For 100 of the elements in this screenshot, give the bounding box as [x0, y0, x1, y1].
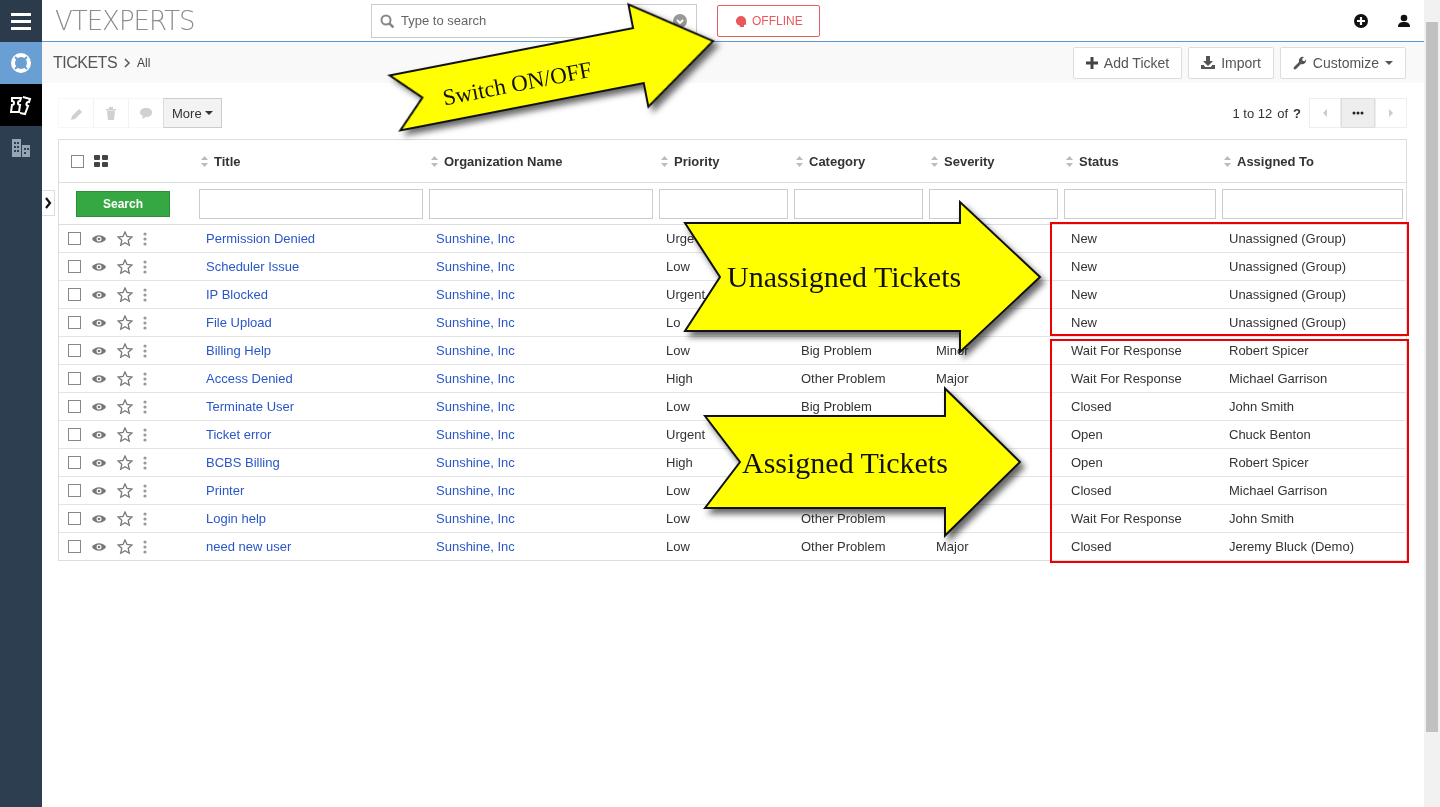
- record-link[interactable]: Ticket error: [206, 427, 272, 442]
- eye-icon[interactable]: [91, 344, 107, 357]
- record-link[interactable]: Sunshine, Inc: [436, 539, 515, 554]
- record-link[interactable]: Scheduler Issue: [206, 259, 300, 274]
- sort-icon[interactable]: [931, 154, 938, 168]
- expand-panel-button[interactable]: [42, 190, 55, 216]
- record-link[interactable]: Terminate User: [206, 399, 295, 414]
- more-options-icon[interactable]: [143, 399, 147, 414]
- column-header[interactable]: Severity: [944, 153, 995, 169]
- record-link[interactable]: Access Denied: [206, 371, 293, 386]
- row-checkbox[interactable]: [68, 512, 81, 525]
- action-button[interactable]: Import: [1188, 46, 1274, 79]
- more-options-icon[interactable]: [143, 231, 147, 246]
- sort-icon[interactable]: [796, 154, 803, 168]
- more-options-icon[interactable]: [143, 539, 147, 554]
- record-link[interactable]: Permission Denied: [206, 231, 316, 246]
- sort-icon[interactable]: [661, 154, 668, 168]
- star-icon[interactable]: [117, 482, 133, 499]
- column-header[interactable]: Title: [214, 153, 241, 169]
- logo[interactable]: VTEXPERTS: [55, 5, 371, 36]
- star-icon[interactable]: [117, 426, 133, 443]
- sort-icon[interactable]: [1224, 154, 1231, 168]
- record-link[interactable]: Sunshine, Inc: [436, 483, 515, 498]
- customize-dropdown[interactable]: Customize: [1279, 46, 1406, 79]
- record-link[interactable]: Sunshine, Inc: [436, 455, 515, 470]
- more-options-icon[interactable]: [143, 343, 147, 358]
- eye-icon[interactable]: [91, 512, 107, 525]
- row-checkbox[interactable]: [68, 288, 81, 301]
- row-checkbox[interactable]: [68, 232, 81, 245]
- eye-icon[interactable]: [91, 232, 107, 245]
- record-link[interactable]: Sunshine, Inc: [436, 371, 515, 386]
- filter-field[interactable]: [1222, 188, 1403, 219]
- row-checkbox[interactable]: [68, 316, 81, 329]
- more-options-icon[interactable]: [143, 427, 147, 442]
- record-link[interactable]: Sunshine, Inc: [436, 287, 515, 302]
- row-checkbox[interactable]: [68, 456, 81, 469]
- row-checkbox[interactable]: [68, 484, 81, 497]
- more-options-icon[interactable]: [143, 259, 147, 274]
- column-header[interactable]: Organization Name: [444, 153, 563, 169]
- sort-icon[interactable]: [1066, 154, 1073, 168]
- record-link[interactable]: Sunshine, Inc: [436, 343, 515, 358]
- record-link[interactable]: IP Blocked: [206, 287, 268, 302]
- column-header[interactable]: Status: [1079, 153, 1119, 169]
- eye-icon[interactable]: [91, 288, 107, 301]
- eye-icon[interactable]: [91, 400, 107, 413]
- record-link[interactable]: Sunshine, Inc: [436, 231, 515, 246]
- row-checkbox[interactable]: [68, 344, 81, 357]
- star-icon[interactable]: [117, 510, 133, 527]
- status-button[interactable]: OFFLINE: [717, 4, 820, 37]
- eye-icon[interactable]: [91, 428, 107, 441]
- more-options-icon[interactable]: [143, 371, 147, 386]
- more-options-icon[interactable]: [143, 455, 147, 470]
- star-icon[interactable]: [117, 538, 133, 555]
- filter-field[interactable]: [1064, 188, 1216, 219]
- record-link[interactable]: BCBS Billing: [206, 455, 280, 470]
- eye-icon[interactable]: [91, 456, 107, 469]
- page-jump-button[interactable]: [1341, 98, 1375, 128]
- eye-icon[interactable]: [91, 540, 107, 553]
- star-icon[interactable]: [117, 230, 133, 247]
- grid-icon[interactable]: [94, 155, 108, 167]
- filter-field[interactable]: [794, 188, 923, 219]
- row-checkbox[interactable]: [68, 260, 81, 273]
- star-icon[interactable]: [117, 454, 133, 471]
- sort-icon[interactable]: [201, 154, 208, 168]
- record-link[interactable]: Sunshine, Inc: [436, 315, 515, 330]
- more-options-icon[interactable]: [143, 483, 147, 498]
- record-link[interactable]: Sunshine, Inc: [436, 511, 515, 526]
- filter-field[interactable]: [929, 188, 1058, 219]
- star-icon[interactable]: [117, 314, 133, 331]
- record-link[interactable]: Sunshine, Inc: [436, 399, 515, 414]
- row-checkbox[interactable]: [68, 372, 81, 385]
- user-icon[interactable]: [1398, 14, 1410, 27]
- column-header[interactable]: Category: [809, 153, 866, 169]
- star-icon[interactable]: [117, 398, 133, 415]
- filter-field[interactable]: [199, 188, 423, 219]
- filter-field[interactable]: [429, 188, 653, 219]
- eye-icon[interactable]: [91, 372, 107, 385]
- record-link[interactable]: Login help: [206, 511, 266, 526]
- more-options-icon[interactable]: [143, 287, 147, 302]
- eye-icon[interactable]: [91, 484, 107, 497]
- record-link[interactable]: Sunshine, Inc: [436, 259, 515, 274]
- sort-icon[interactable]: [431, 154, 438, 168]
- star-icon[interactable]: [117, 342, 133, 359]
- star-icon[interactable]: [117, 258, 133, 275]
- add-icon[interactable]: [1354, 13, 1368, 28]
- more-options-icon[interactable]: [143, 315, 147, 330]
- record-link[interactable]: File Upload: [206, 315, 272, 330]
- star-icon[interactable]: [117, 370, 133, 387]
- filter-field[interactable]: [659, 188, 788, 219]
- record-link[interactable]: Printer: [206, 483, 245, 498]
- more-dropdown[interactable]: More: [163, 98, 222, 128]
- sidebar-item[interactable]: [0, 84, 42, 126]
- eye-icon[interactable]: [91, 316, 107, 329]
- row-checkbox[interactable]: [68, 428, 81, 441]
- action-button[interactable]: Add Ticket: [1072, 46, 1183, 79]
- scrollbar-thumb[interactable]: [1426, 22, 1438, 732]
- breadcrumb-link[interactable]: TICKETS: [53, 53, 118, 72]
- column-header[interactable]: Priority: [674, 153, 720, 169]
- scrollbar[interactable]: [1424, 0, 1440, 807]
- select-all-checkbox[interactable]: [71, 154, 84, 168]
